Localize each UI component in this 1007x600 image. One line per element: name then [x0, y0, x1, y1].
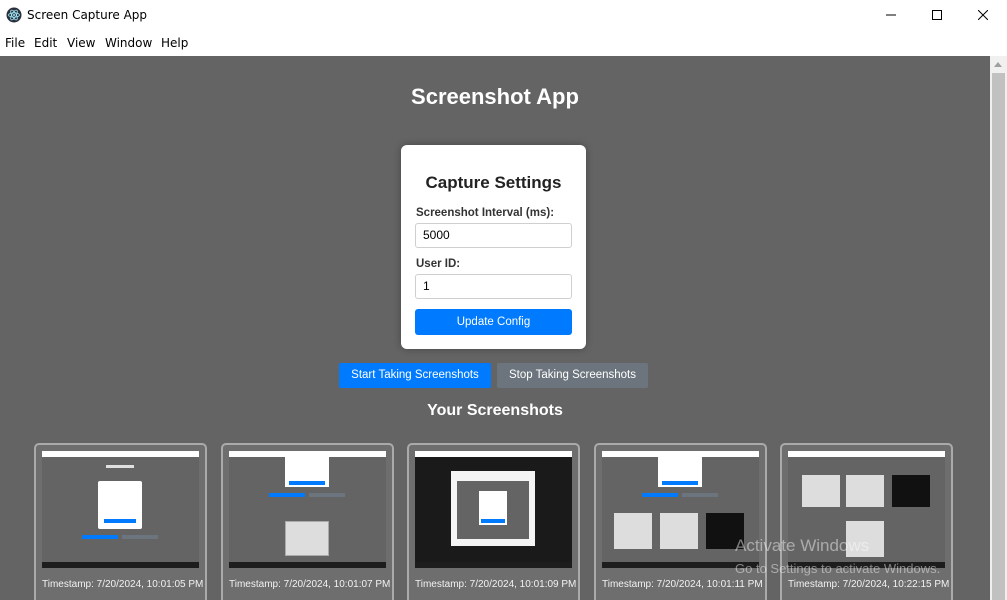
screenshot-card[interactable]: Timestamp: 7/20/2024, 10:01:07 PM [221, 443, 394, 600]
screenshot-timestamp: Timestamp: 7/20/2024, 10:01:07 PM [229, 579, 391, 590]
maximize-icon [932, 10, 942, 20]
menu-file[interactable]: File [5, 36, 25, 50]
screenshot-timestamp: Timestamp: 7/20/2024, 10:01:05 PM [42, 579, 204, 590]
maximize-button[interactable] [914, 0, 960, 30]
user-id-input[interactable]: 1 [415, 274, 572, 299]
close-button[interactable] [960, 0, 1006, 30]
screenshot-thumbnail [229, 451, 386, 568]
close-icon [978, 10, 988, 20]
interval-input[interactable]: 5000 [415, 223, 572, 248]
screenshot-thumbnail [415, 451, 572, 568]
menu-bar: File Edit View Window Help [0, 30, 1007, 56]
screenshot-thumbnail [42, 451, 199, 568]
vertical-scrollbar[interactable] [990, 56, 1007, 600]
screenshot-timestamp: Timestamp: 7/20/2024, 10:01:11 PM [602, 579, 763, 590]
screenshot-card[interactable]: Timestamp: 7/20/2024, 10:22:15 PM [780, 443, 953, 600]
stop-screenshots-button[interactable]: Stop Taking Screenshots [497, 363, 648, 388]
app-content: Screenshot App Capture Settings Screensh… [0, 56, 1007, 600]
scrollbar-thumb[interactable] [992, 73, 1005, 600]
activation-watermark-title: Activate Windows [735, 536, 870, 555]
screenshot-card[interactable]: Timestamp: 7/20/2024, 10:01:09 PM [407, 443, 580, 600]
scroll-up-arrow-icon[interactable] [994, 62, 1002, 67]
capture-settings-card: Capture Settings Screenshot Interval (ms… [401, 145, 586, 349]
screenshot-card[interactable]: Timestamp: 7/20/2024, 10:01:05 PM [34, 443, 207, 600]
page-title: Screenshot App [411, 84, 579, 109]
screenshot-timestamp: Timestamp: 7/20/2024, 10:01:09 PM [415, 579, 577, 590]
minimize-button[interactable] [868, 0, 914, 30]
window-title: Screen Capture App [27, 8, 148, 22]
screenshots-title: Your Screenshots [427, 402, 563, 419]
interval-label: Screenshot Interval (ms): [416, 207, 555, 219]
user-id-label: User ID: [416, 258, 461, 270]
update-config-button[interactable]: Update Config [415, 309, 572, 335]
minimize-icon [886, 14, 896, 16]
screenshot-timestamp: Timestamp: 7/20/2024, 10:22:15 PM [788, 579, 950, 590]
title-bar: Screen Capture App [0, 0, 1007, 30]
settings-title: Capture Settings [425, 173, 562, 192]
menu-help[interactable]: Help [161, 36, 188, 50]
start-screenshots-button[interactable]: Start Taking Screenshots [339, 363, 491, 388]
menu-edit[interactable]: Edit [34, 36, 57, 50]
electron-icon [6, 7, 22, 23]
menu-view[interactable]: View [67, 36, 95, 50]
screenshot-card[interactable]: Timestamp: 7/20/2024, 10:01:11 PM [594, 443, 767, 600]
menu-window[interactable]: Window [105, 36, 152, 50]
activation-watermark-subtitle: Go to Settings to activate Windows. [735, 561, 941, 576]
